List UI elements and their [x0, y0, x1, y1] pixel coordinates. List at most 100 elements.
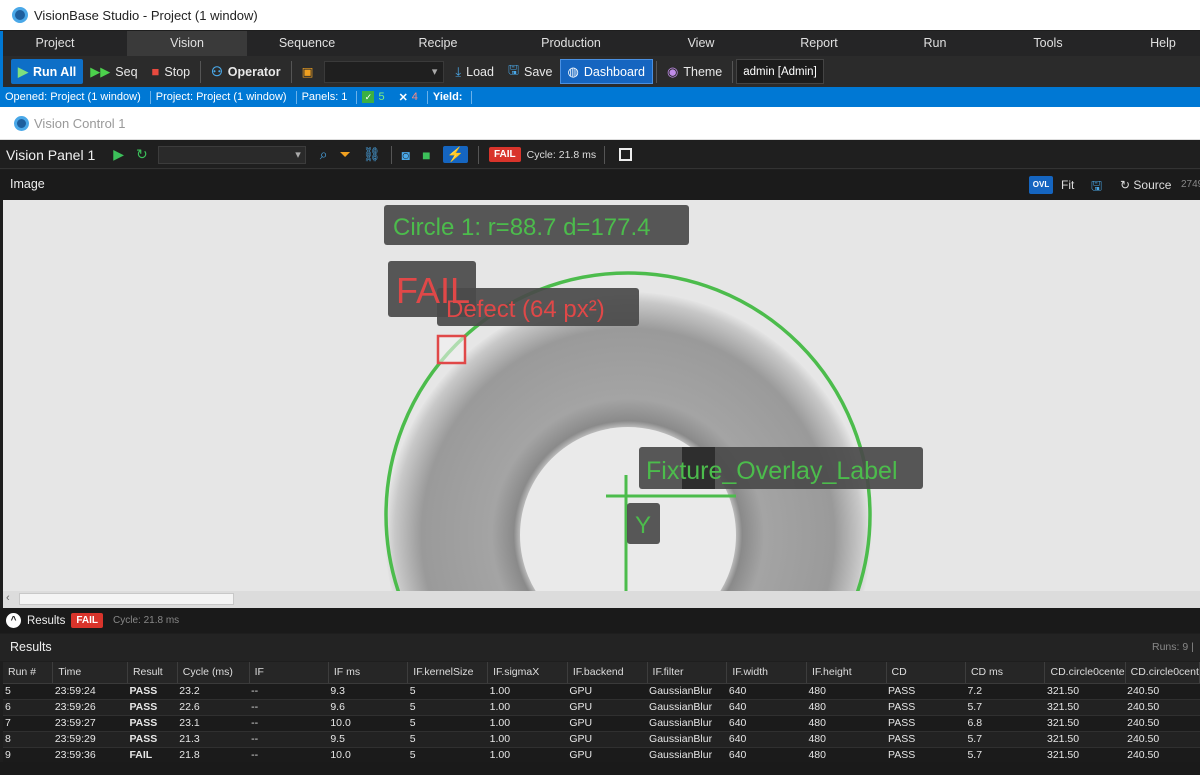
status-project: Project: Project (1 window) — [155, 91, 287, 103]
image-canvas[interactable]: Circle 1: r=88.7 d=177.4 Defect (64 px²)… — [3, 200, 1200, 591]
lightning-icon[interactable]: ⚡ — [442, 146, 468, 163]
results-panel-title: Results Runs: 9 | — [0, 634, 1200, 661]
column-header[interactable]: IF — [249, 662, 329, 684]
column-header[interactable]: IF.sigmaX — [487, 662, 568, 684]
recipe-select[interactable] — [324, 60, 445, 83]
checkbox-icon[interactable] — [619, 148, 633, 161]
menu-sequence[interactable]: Sequence — [247, 31, 367, 56]
table-cell: 8 — [3, 731, 53, 748]
scroll-thumb[interactable] — [19, 593, 234, 605]
vision-control-title: Vision Control 1 — [34, 115, 126, 131]
column-header[interactable]: IF.height — [806, 662, 887, 684]
fast-forward-icon: ▶▶ — [90, 63, 111, 79]
column-header[interactable]: IF.filter — [647, 662, 728, 684]
panel-toolbar: Vision Panel 1 ▶ ↻ ⌕ ⏷ ⛓ ◙ ■ ⚡ FAIL Cycl… — [0, 141, 1200, 169]
menu-tools[interactable]: Tools — [988, 31, 1108, 56]
fail-overlay-label: FAIL — [396, 270, 470, 311]
column-header[interactable]: IF ms — [328, 662, 409, 684]
menu-view[interactable]: View — [641, 31, 761, 56]
image-scrollbar[interactable]: ‹ — [3, 591, 1200, 608]
column-header[interactable]: CD.circle0cent — [1125, 662, 1200, 684]
table-cell: 6 — [3, 699, 53, 716]
video-icon[interactable]: ■ — [422, 147, 430, 163]
column-header[interactable]: Run # — [3, 662, 54, 684]
menu-help[interactable]: Help — [1103, 31, 1200, 56]
status-bar: Opened: Project (1 window) Project: Proj… — [0, 87, 1200, 107]
tool-select[interactable] — [157, 145, 306, 164]
column-header[interactable]: IF.width — [726, 662, 807, 684]
vision-control-icon — [14, 115, 29, 131]
table-cell: GaussianBlur — [647, 699, 727, 716]
defect-box — [436, 334, 467, 365]
filter-icon[interactable]: ⏷ — [340, 146, 351, 163]
save-image-icon[interactable]: 🖫 — [1091, 177, 1102, 199]
column-header[interactable]: CD — [886, 662, 966, 684]
table-row[interactable]: 8 23:59:29 PASS 21.3 -- 9.5 5 1.00 GPU GaussianBl… — [3, 731, 1200, 748]
table-row[interactable]: 9 23:59:36 FAIL 21.8 -- 10.0 5 1.00 GPU GaussianB… — [3, 747, 1200, 764]
column-header[interactable]: Result — [127, 662, 178, 684]
refresh-icon[interactable]: ↻ — [136, 146, 148, 163]
status-divider — [471, 90, 473, 104]
menu-vision[interactable]: Vision — [127, 31, 247, 56]
column-header[interactable]: CD.circle0cente — [1044, 662, 1126, 684]
vision-control-tab[interactable]: Vision Control 1 — [0, 107, 1200, 140]
table-cell: 640 — [726, 731, 807, 748]
table-cell: GaussianBlur — [647, 747, 727, 764]
table-cell: 321.50 — [1044, 683, 1126, 700]
menu-run[interactable]: Run — [875, 31, 995, 56]
column-header[interactable]: Cycle (ms) — [177, 662, 250, 684]
theme-button[interactable]: ◉ Theme — [660, 59, 729, 84]
link-icon[interactable]: ⛓ — [363, 146, 381, 163]
table-row[interactable]: 6 23:59:26 PASS 22.6 -- 9.6 5 1.00 GPU GaussianBl… — [3, 699, 1200, 716]
scroll-left-icon[interactable]: ‹ — [6, 592, 10, 604]
table-cell: 10.0 — [328, 747, 408, 764]
camera-icon[interactable]: ◙ — [402, 147, 410, 163]
table-cell: PASS — [127, 699, 178, 716]
palette-icon: ◉ — [667, 63, 679, 79]
run-panel-icon[interactable]: ▶ — [113, 146, 124, 163]
fit-button[interactable]: Fit — [1061, 178, 1074, 192]
user-indicator[interactable]: admin [Admin] — [736, 59, 824, 84]
menu-project[interactable]: Project — [3, 31, 107, 56]
table-row[interactable]: 5 23:59:24 PASS 23.2 -- 9.3 5 1.00 GPU GaussianBl… — [3, 683, 1200, 700]
menu-bar: Project Vision Sequence Recipe Productio… — [0, 31, 1200, 56]
table-cell: 1.00 — [487, 747, 568, 764]
run-all-button[interactable]: ▶ Run All — [11, 59, 84, 84]
table-cell: 480 — [806, 747, 887, 764]
ovl-toggle[interactable]: OVL — [1029, 176, 1053, 194]
panel-divider — [604, 145, 606, 164]
search-icon[interactable]: ⌕ — [320, 146, 328, 163]
results-header: ^ Results FAIL Cycle: 21.8 ms — [0, 608, 1200, 633]
table-cell: 5 — [407, 715, 488, 732]
table-cell: GPU — [567, 699, 648, 716]
results-fail-badge: FAIL — [71, 613, 104, 628]
table-cell: 640 — [726, 747, 807, 764]
source-button[interactable]: ↻ Source — [1120, 178, 1171, 192]
dashboard-button[interactable]: ◍ Dashboard — [559, 59, 654, 84]
table-row[interactable]: 7 23:59:27 PASS 23.1 -- 10.0 5 1.00 GPU GaussianB… — [3, 715, 1200, 732]
runs-count: Runs: 9 | — [1152, 641, 1194, 653]
image-label: Image — [10, 177, 45, 191]
menu-report[interactable]: Report — [759, 31, 879, 56]
table-cell: 480 — [806, 715, 887, 732]
column-header[interactable]: IF.backend — [567, 662, 648, 684]
fail-x-icon: ✕ — [398, 91, 408, 104]
column-header[interactable]: IF.kernelSize — [407, 662, 489, 684]
status-yield: Yield: — [432, 91, 463, 103]
menu-production[interactable]: Production — [511, 31, 631, 56]
recipe-book-icon[interactable]: ▣ — [295, 59, 321, 84]
toolbar-divider — [200, 60, 202, 83]
stop-button[interactable]: ■ Stop — [145, 59, 198, 84]
stop-icon: ■ — [151, 64, 160, 79]
load-button[interactable]: ⤓ Load — [448, 59, 501, 84]
menu-recipe[interactable]: Recipe — [378, 31, 498, 56]
operator-label: Operator — [227, 64, 281, 79]
column-header[interactable]: Time — [52, 662, 128, 684]
operator-button[interactable]: ⚇ Operator — [204, 59, 287, 84]
table-cell: 21.8 — [177, 747, 250, 764]
window-title: VisionBase Studio - Project (1 window) — [34, 7, 258, 23]
save-button[interactable]: 🖫 Save — [501, 59, 560, 84]
collapse-icon[interactable]: ^ — [6, 613, 21, 628]
seq-button[interactable]: ▶▶ Seq — [83, 59, 144, 84]
column-header[interactable]: CD ms — [965, 662, 1046, 684]
